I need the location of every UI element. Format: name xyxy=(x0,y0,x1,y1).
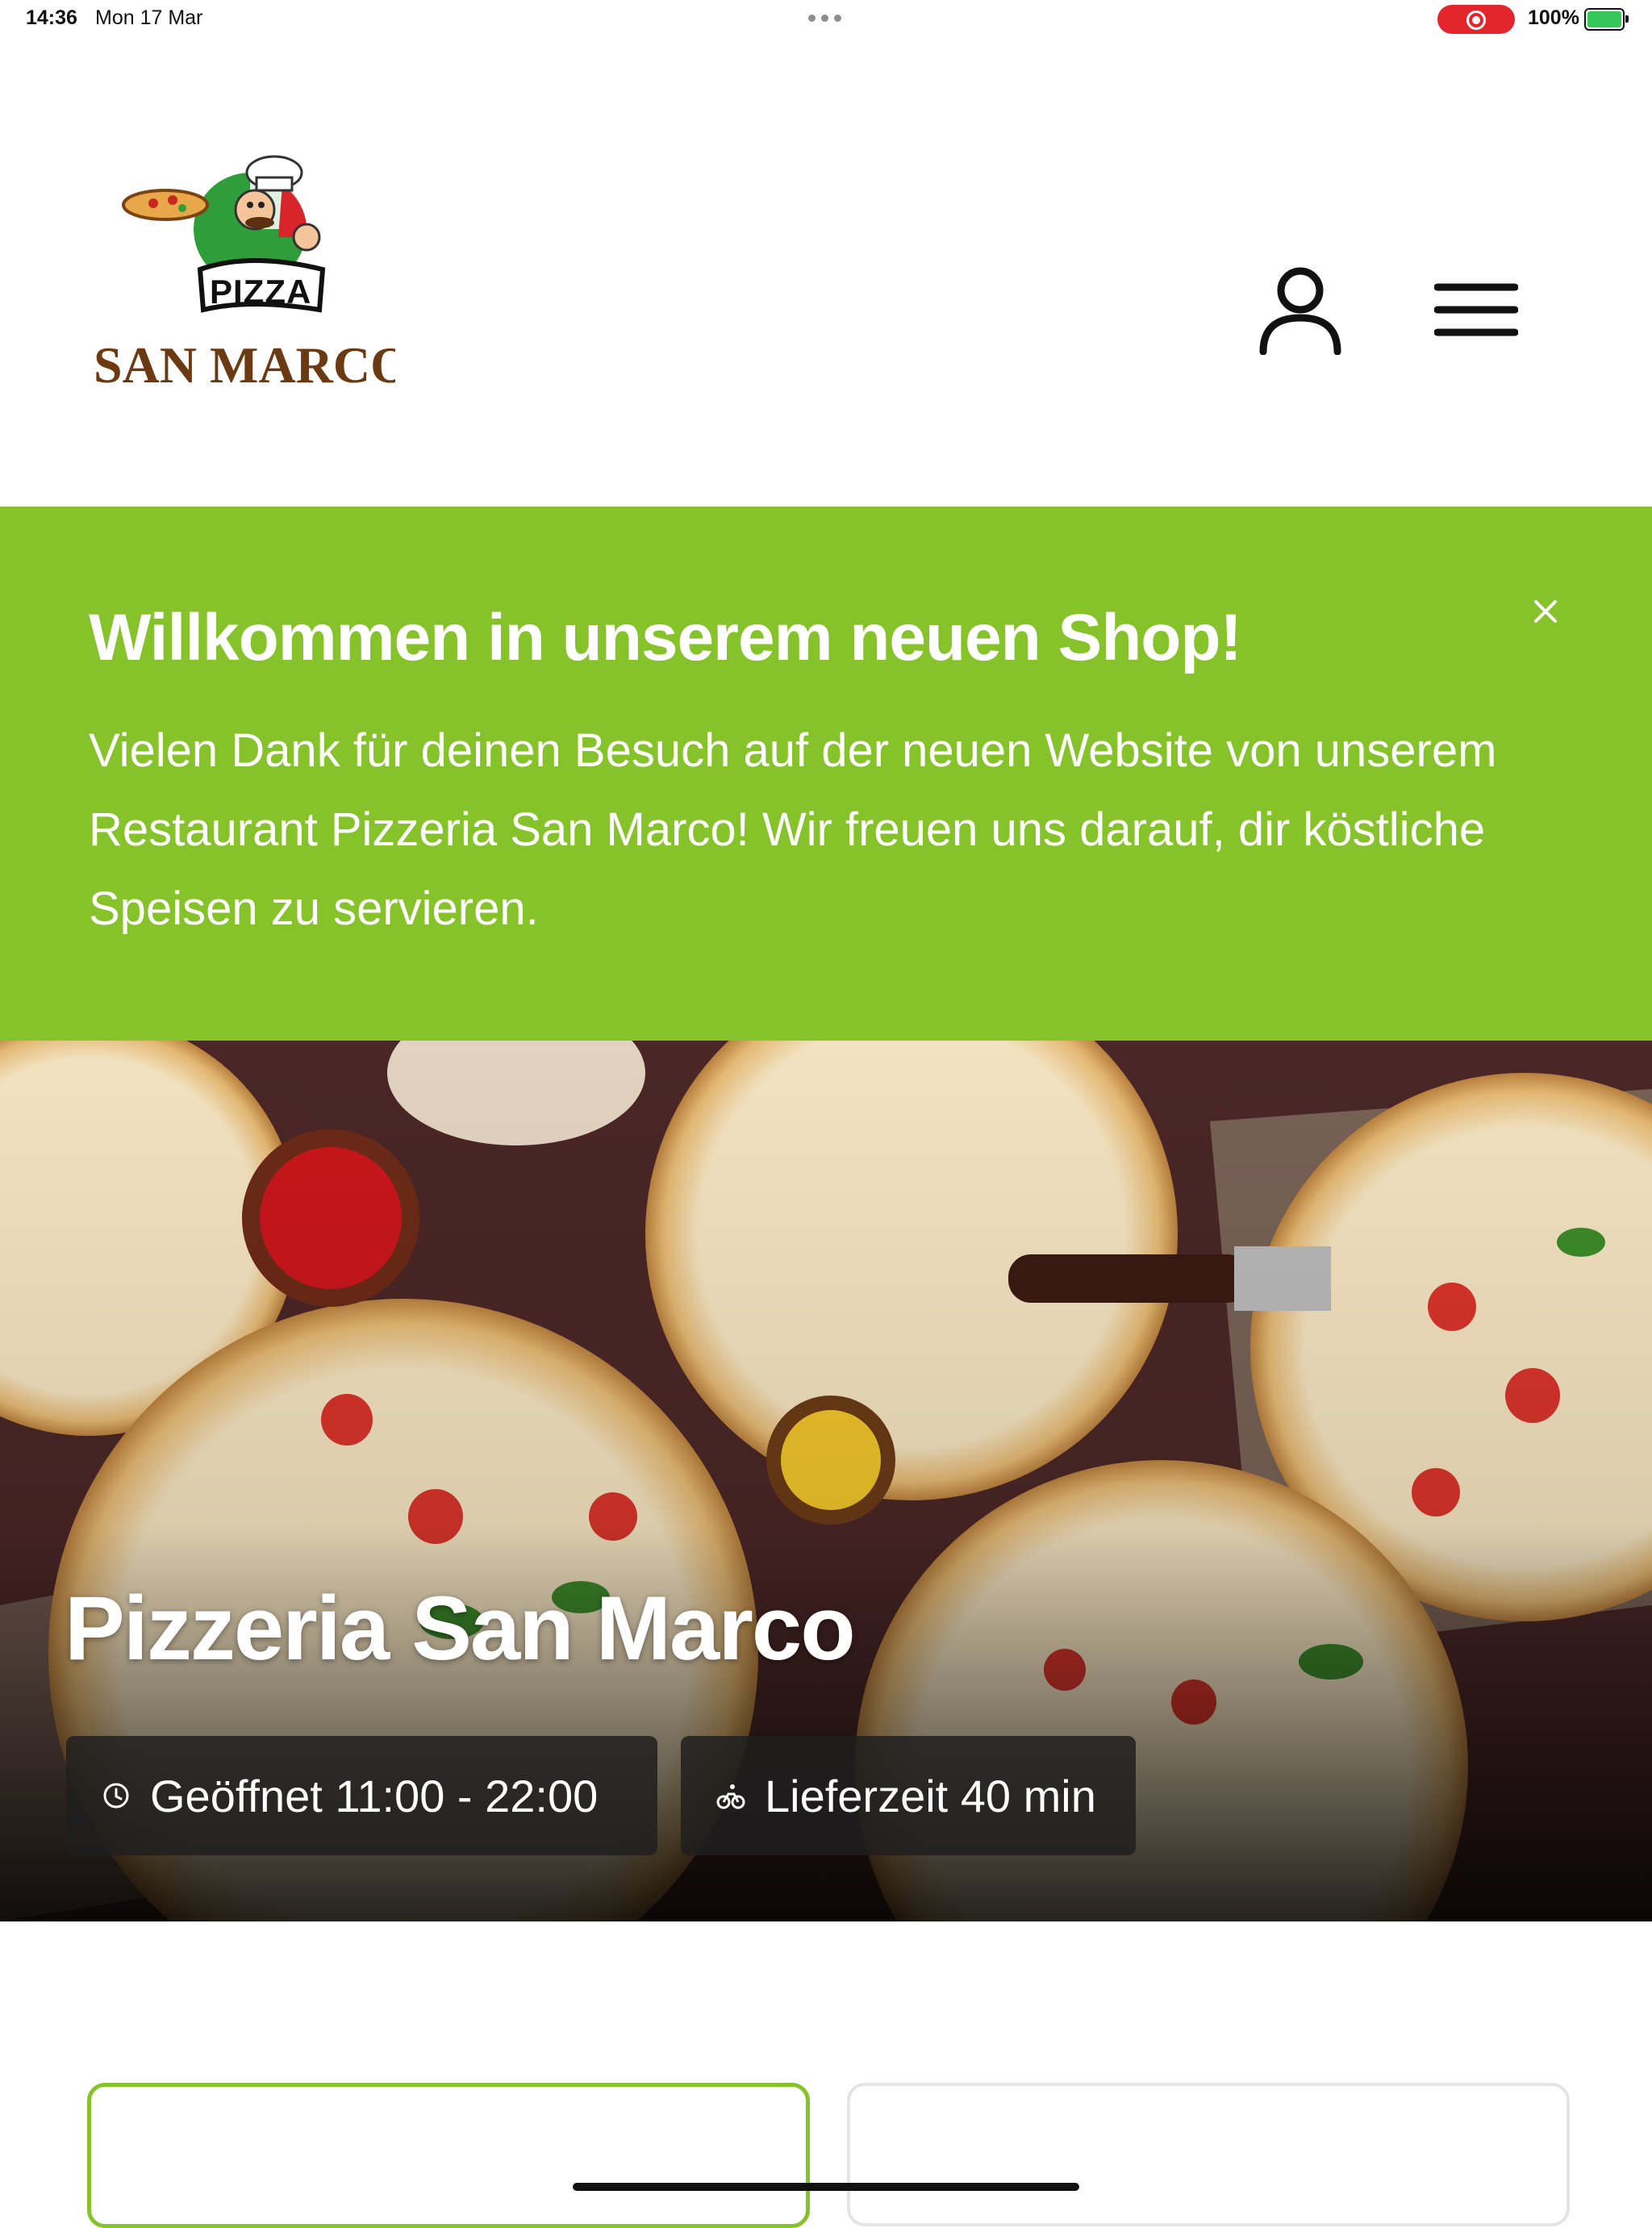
banner-text: Vielen Dank für deinen Besuch auf der ne… xyxy=(89,724,1497,935)
delivery-time-badge: Lieferzeit 40 min xyxy=(681,1736,1136,1855)
order-option-card[interactable] xyxy=(847,2083,1570,2226)
order-option-card-selected[interactable] xyxy=(87,2083,810,2228)
restaurant-name: Pizzeria San Marco xyxy=(65,1578,856,1679)
delivery-time-text: Lieferzeit 40 min xyxy=(765,1770,1096,1821)
screen-recording-icon[interactable] xyxy=(1437,5,1515,34)
status-time: 14:36 xyxy=(26,6,77,29)
status-bar: 14:36 Mon 17 Mar 100% xyxy=(0,0,1652,39)
battery-percentage: 100% xyxy=(1528,6,1579,29)
multitasking-dots-icon[interactable] xyxy=(808,15,841,22)
home-indicator[interactable] xyxy=(573,2183,1079,2191)
pizza-san-marco-logo[interactable]: PIZZA SAN MARCO xyxy=(89,148,411,394)
bicycle-icon xyxy=(716,1784,745,1809)
banner-title: Willkommen in unserem neuen Shop! xyxy=(89,601,1242,674)
opening-hours-text: Geöffnet 11:00 - 22:00 xyxy=(150,1770,599,1821)
opening-hours-badge: Geöffnet 11:00 - 22:00 xyxy=(66,1736,657,1855)
svg-text:SAN MARCO: SAN MARCO xyxy=(94,336,395,390)
close-icon[interactable] xyxy=(1529,595,1562,628)
hero-section: Pizzeria San Marco Geöffnet 11:00 - 22:0… xyxy=(0,1041,1652,1921)
user-account-icon[interactable] xyxy=(1258,265,1342,356)
site-header: PIZZA SAN MARCO xyxy=(0,39,1652,507)
battery-icon xyxy=(1584,8,1629,31)
clock-icon xyxy=(103,1783,129,1809)
hamburger-menu-icon[interactable] xyxy=(1433,281,1519,339)
svg-text:PIZZA: PIZZA xyxy=(210,273,311,311)
welcome-banner: Willkommen in unserem neuen Shop! Vielen… xyxy=(0,507,1652,1041)
status-date: Mon 17 Mar xyxy=(95,6,203,29)
